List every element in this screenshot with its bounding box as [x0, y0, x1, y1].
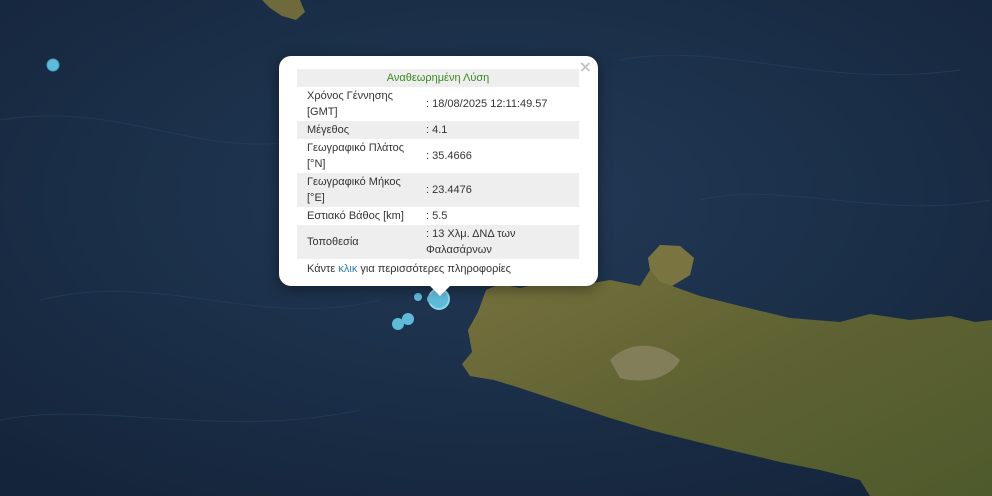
close-icon[interactable]: × — [579, 59, 592, 75]
row-label: Μέγεθος — [297, 121, 424, 139]
quake-marker[interactable] — [414, 293, 422, 301]
row-value: : 13 Χλμ. ΔΝΔ των Φαλασάρνων — [424, 225, 579, 259]
table-row: Μέγεθος : 4.1 — [297, 121, 579, 139]
more-info-prefix: Κάντε — [307, 263, 339, 275]
more-info-suffix: για περισσότερες πληροφορίες — [357, 263, 511, 275]
row-value: : 18/08/2025 12:11:49.57 — [426, 98, 548, 110]
popup-content: Αναθεωρημένη Λύση Χρόνος Γέννησης [GMT] … — [297, 69, 579, 275]
row-value: : 4.1 — [424, 121, 579, 139]
quake-details-table: Χρόνος Γέννησης [GMT] : 18/08/2025 12:11… — [297, 87, 579, 259]
earthquake-info-popup: × Αναθεωρημένη Λύση Χρόνος Γέννησης [GMT… — [279, 56, 598, 296]
row-value: : 35.4666 — [426, 150, 472, 162]
row-label: Τοποθεσία — [297, 225, 424, 259]
row-label: Χρόνος Γέννησης [GMT] — [307, 90, 393, 118]
table-row: Εστιακό Βάθος [km] : 5.5 — [297, 207, 579, 225]
table-row: Χρόνος Γέννησης [GMT] : 18/08/2025 12:11… — [297, 87, 579, 121]
table-row: Γεωγραφικό Πλάτος [°N] : 35.4666 — [297, 139, 579, 173]
quake-marker[interactable] — [392, 318, 404, 330]
row-label: Εστιακό Βάθος [km] — [307, 210, 404, 222]
popup-title: Αναθεωρημένη Λύση — [297, 69, 579, 87]
popup-tip — [430, 286, 450, 296]
more-info-line: Κάντε κλικ για περισσότερες πληροφορίες — [297, 259, 579, 275]
more-info-link[interactable]: κλικ — [338, 263, 357, 275]
row-label: Γεωγραφικό Μήκος [°E] — [297, 173, 424, 207]
quake-marker[interactable] — [46, 58, 60, 72]
row-value: : 5.5 — [426, 210, 448, 222]
row-label: Γεωγραφικό Πλάτος [°N] — [307, 142, 405, 170]
table-row: Γεωγραφικό Μήκος [°E] : 23.4476 — [297, 173, 579, 207]
table-row: Τοποθεσία : 13 Χλμ. ΔΝΔ των Φαλασάρνων — [297, 225, 579, 259]
row-value: : 23.4476 — [424, 173, 579, 207]
